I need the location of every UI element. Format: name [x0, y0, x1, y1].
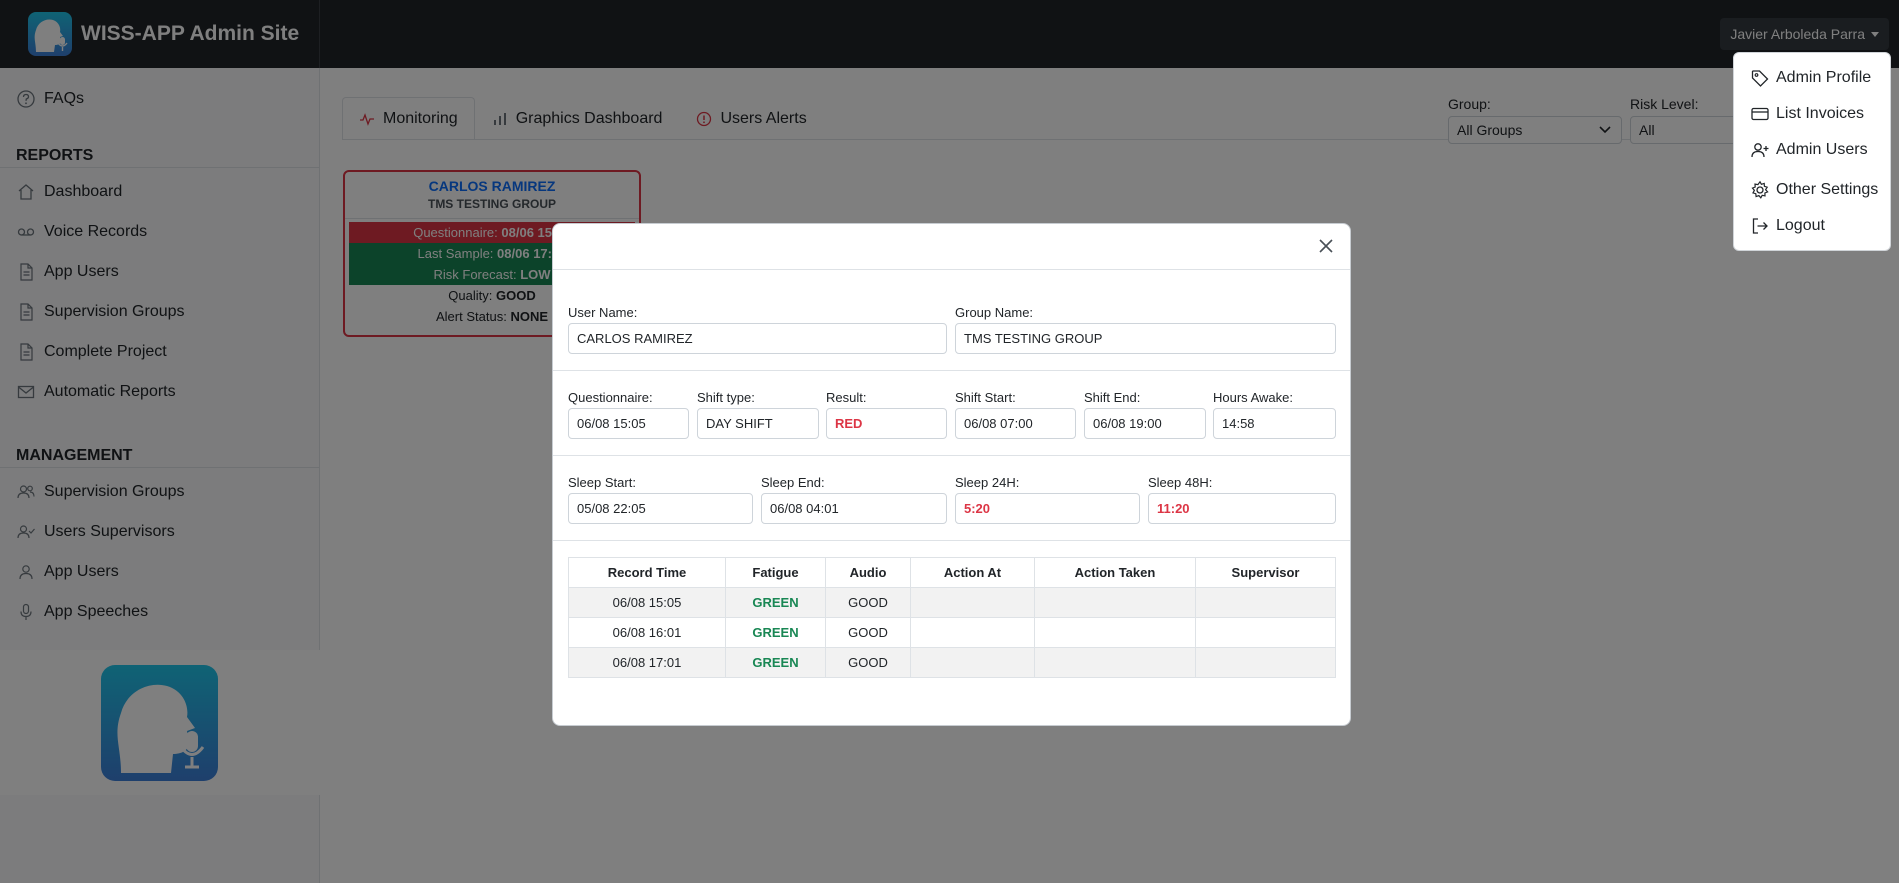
cell-fatigue: GREEN [725, 617, 826, 648]
records-table: Record Time Fatigue Audio Action At Acti… [568, 557, 1336, 678]
credit-card-icon [1751, 107, 1769, 121]
col-fatigue: Fatigue [725, 557, 826, 588]
cell-record-time: 06/08 16:01 [568, 617, 726, 648]
cell-audio: GOOD [825, 587, 911, 618]
hours-awake-label: Hours Awake: [1213, 390, 1293, 405]
col-action-taken: Action Taken [1034, 557, 1196, 588]
cell-audio: GOOD [825, 617, 911, 648]
tag-icon [1751, 70, 1769, 87]
user-name-label: User Name: [568, 305, 638, 320]
cell-action-taken [1034, 647, 1196, 678]
shift-type-label: Shift type: [697, 390, 755, 405]
menu-item-admin-profile[interactable]: Admin Profile [1750, 68, 1871, 88]
col-supervisor: Supervisor [1195, 557, 1336, 588]
cell-action-at [910, 587, 1035, 618]
cell-fatigue: GREEN [725, 587, 826, 618]
menu-item-logout[interactable]: Logout [1750, 216, 1825, 236]
divider [553, 455, 1350, 456]
shift-type-field[interactable]: DAY SHIFT [697, 408, 819, 439]
menu-item-admin-users[interactable]: Admin Users [1750, 140, 1868, 160]
sleep-24h-field[interactable]: 5:20 [955, 493, 1140, 524]
col-action-at: Action At [910, 557, 1035, 588]
shift-end-field[interactable]: 06/08 19:00 [1084, 408, 1206, 439]
cell-action-taken [1034, 617, 1196, 648]
shift-start-label: Shift Start: [955, 390, 1016, 405]
gear-icon [1751, 180, 1769, 199]
group-name-label: Group Name: [955, 305, 1034, 320]
menu-item-label: List Invoices [1776, 105, 1865, 122]
col-audio: Audio [825, 557, 911, 588]
menu-item-label: Other Settings [1776, 181, 1879, 198]
result-label: Result: [826, 390, 867, 405]
person-plus-icon [1751, 143, 1769, 158]
sleep-48h-label: Sleep 48H: [1148, 475, 1213, 490]
user-detail-modal: User Name: CARLOS RAMIREZ Group Name: TM… [552, 223, 1351, 726]
menu-item-label: Admin Profile [1776, 69, 1872, 86]
cell-action-taken [1034, 587, 1196, 618]
menu-item-label: Logout [1776, 217, 1825, 234]
logout-icon [1752, 218, 1768, 234]
cell-audio: GOOD [825, 647, 911, 678]
cell-action-at [910, 617, 1035, 648]
modal-header-divider [553, 269, 1350, 270]
sleep-24h-label: Sleep 24H: [955, 475, 1020, 490]
shift-start-field[interactable]: 06/08 07:00 [955, 408, 1076, 439]
hours-awake-field[interactable]: 14:58 [1213, 408, 1336, 439]
divider [553, 370, 1350, 371]
table-header-row: Record Time Fatigue Audio Action At Acti… [568, 557, 1336, 588]
menu-item-list-invoices[interactable]: List Invoices [1750, 104, 1864, 124]
table-row: 06/08 17:01 GREEN GOOD [568, 647, 1336, 678]
user-dropdown-menu: Admin Profile List Invoices Admin Users … [1733, 52, 1891, 251]
table-row: 06/08 15:05 GREEN GOOD [568, 587, 1336, 618]
shift-end-label: Shift End: [1084, 390, 1141, 405]
close-icon[interactable] [1316, 236, 1336, 256]
menu-item-other-settings[interactable]: Other Settings [1750, 180, 1878, 200]
col-record-time: Record Time [568, 557, 726, 588]
sleep-start-label: Sleep Start: [568, 475, 636, 490]
menu-item-label: Admin Users [1776, 141, 1868, 158]
sleep-end-label: Sleep End: [761, 475, 825, 490]
sleep-start-field[interactable]: 05/08 22:05 [568, 493, 753, 524]
group-name-field[interactable]: TMS TESTING GROUP [955, 323, 1336, 354]
questionnaire-label: Questionnaire: [568, 390, 653, 405]
cell-record-time: 06/08 15:05 [568, 587, 726, 618]
table-row: 06/08 16:01 GREEN GOOD [568, 617, 1336, 648]
user-name-field[interactable]: CARLOS RAMIREZ [568, 323, 947, 354]
cell-action-at [910, 647, 1035, 678]
sleep-48h-field[interactable]: 11:20 [1148, 493, 1336, 524]
cell-supervisor [1195, 647, 1336, 678]
cell-fatigue: GREEN [725, 647, 826, 678]
cell-supervisor [1195, 587, 1336, 618]
cell-record-time: 06/08 17:01 [568, 647, 726, 678]
questionnaire-field[interactable]: 06/08 15:05 [568, 408, 689, 439]
divider [553, 540, 1350, 541]
cell-supervisor [1195, 617, 1336, 648]
result-field[interactable]: RED [826, 408, 947, 439]
sleep-end-field[interactable]: 06/08 04:01 [761, 493, 947, 524]
